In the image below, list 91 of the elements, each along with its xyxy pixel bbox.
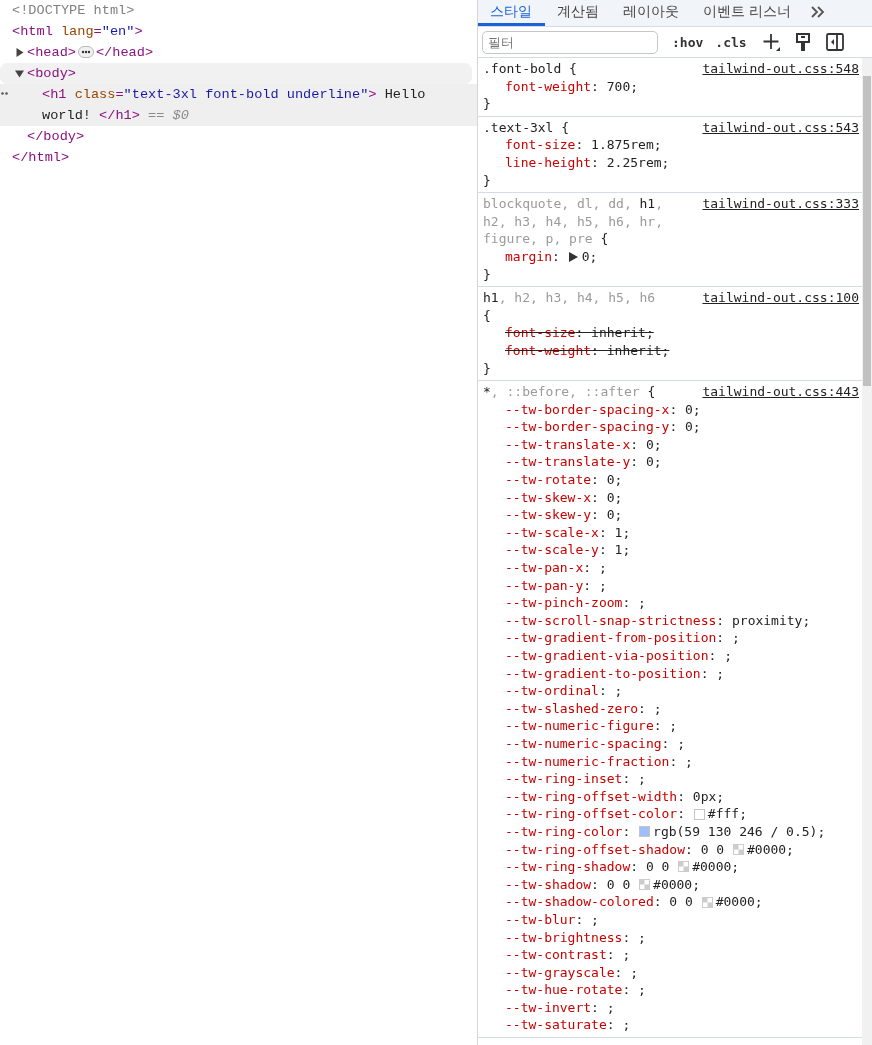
color-swatch[interactable] [733,843,744,855]
source-link[interactable]: tailwind-out.css:548 [702,60,859,78]
panel-tab[interactable]: 레이아웃 [611,0,691,26]
css-declaration: --tw-border-spacing-y: 0; [505,418,701,436]
color-swatch[interactable] [678,861,690,873]
panel-tab[interactable]: 이벤트 리스너 [691,0,804,26]
css-declaration: --tw-ring-inset: ; [505,770,646,788]
more-icon[interactable] [1,92,8,95]
dom-node-text[interactable]: <body> [27,63,76,84]
css-declaration: --tw-ring-offset-shadow: 0 0 [505,840,726,859]
css-declaration: --tw-brightness: ; [505,928,646,947]
css-declaration: --tw-pinch-zoom: ; [505,594,646,612]
color-swatch[interactable] [639,826,651,838]
css-declaration: margin: [505,247,561,266]
color-swatch[interactable] [639,879,651,890]
brace: } [483,359,492,378]
css-declaration: --tw-numeric-fraction: ; [505,752,693,771]
source-link[interactable]: tailwind-out.css:543 [702,118,859,137]
source-link[interactable]: tailwind-out.css:333 [702,195,859,213]
css-declaration: --tw-blur: ; [505,910,599,929]
css-value: #0000; [653,875,701,894]
css-declaration: --tw-gradient-to-position: ; [505,664,725,683]
source-link[interactable]: tailwind-out.css:100 [702,289,859,307]
panel-tab[interactable]: 스타일 [478,0,545,26]
css-declaration: --tw-scale-y: 1; [505,541,631,560]
css-value: #0000; [715,893,763,911]
css-declaration: --tw-skew-x: 0; [505,488,623,507]
css-declaration: --tw-shadow-colored: 0 0 [505,893,694,911]
css-declaration: --tw-gradient-from-position: ; [505,629,740,647]
css-declaration: --tw-numeric-spacing: ; [505,734,686,753]
css-selector: *, ::before, ::after { [483,383,656,401]
dom-node-text[interactable]: <!DOCTYPE html> [12,0,135,21]
css-selector: .text-3xl { [483,118,570,137]
css-declaration: font-weight: inherit; [505,341,670,360]
css-value: #0000; [692,858,740,876]
scrollbar[interactable] [862,58,872,1045]
brace: } [483,265,492,284]
css-declaration: --tw-scale-x: 1; [505,523,631,542]
css-declaration: --tw-ring-shadow: 0 0 [505,858,671,876]
css-declaration: --tw-ordinal: ; [505,682,623,700]
css-value: rgb(59 130 246 / 0.5); [653,822,826,841]
css-declaration: --tw-scroll-snap-strictness: proximity; [505,611,811,630]
css-declaration: font-size: inherit; [505,324,654,342]
toolbar-button[interactable]: .cls [711,32,751,52]
css-declaration: --tw-translate-x: 0; [505,435,662,454]
css-declaration: --tw-rotate: 0; [505,471,623,489]
css-declaration: --tw-invert: ; [505,998,615,1017]
css-declaration: --tw-border-spacing-x: 0; [505,400,701,419]
css-selector: blockquote, dl, dd, h1, h2, h3, h4, h5, h6, hr, figure, p, pre { [483,195,665,248]
css-declaration: --tw-grayscale: ; [505,963,639,982]
brace: } [483,95,492,113]
css-selector: h1, h2, h3, h4, h5, h6 { [483,289,656,325]
css-declaration: line-height: 2.25rem; [505,153,670,172]
more-tabs-icon[interactable] [810,5,827,18]
color-swatch[interactable] [693,808,705,820]
css-declaration: --tw-ring-offset-width: 0px; [505,787,725,806]
css-declaration: --tw-shadow: 0 0 [505,875,632,894]
collapse-triangle-icon[interactable] [15,69,24,78]
dom-node-text[interactable]: </html> [12,147,70,168]
dom-node-text[interactable]: <html lang="en"> [12,21,143,42]
dom-node-text[interactable]: <head> [27,42,76,63]
css-declaration: --tw-contrast: ; [505,946,631,964]
css-value: #fff; [707,805,747,823]
css-declaration: --tw-pan-y: ; [505,576,607,595]
css-declaration: --tw-gradient-via-position: ; [505,647,732,665]
css-declaration: --tw-translate-y: 0; [505,453,662,472]
css-declaration: --tw-ring-offset-color: [505,805,686,823]
expand-triangle-icon[interactable] [568,251,578,262]
color-swatch[interactable] [701,896,713,908]
css-declaration: --tw-ring-color: [505,822,632,841]
css-declaration: --tw-slashed-zero: ; [505,699,662,718]
toolbar-button[interactable]: :hov [668,32,708,52]
css-declaration: --tw-skew-y: 0; [505,506,623,524]
css-value: 0; [581,247,598,266]
panel-tab[interactable]: 계산됨 [545,0,611,26]
dom-node-text[interactable]: </body> [27,126,85,147]
css-declaration: --tw-saturate: ; [505,1016,631,1035]
source-link[interactable]: tailwind-out.css:443 [702,383,859,401]
brace: } [483,171,492,190]
css-declaration: --tw-numeric-figure: ; [505,717,678,735]
css-selector: .font-bold { [483,60,577,78]
dom-node-text[interactable]: </head> [95,42,154,63]
css-declaration: --tw-pan-x: ; [505,559,607,577]
sidebar-toggle-icon[interactable] [824,32,845,52]
css-declaration: font-size: 1.875rem; [505,136,662,154]
ellipsis-icon[interactable] [77,46,94,58]
filter-field[interactable]: 필터 [482,30,658,54]
css-value: #0000; [747,840,794,859]
css-declaration: font-weight: 700; [505,77,639,96]
css-declaration: --tw-hue-rotate: ; [505,981,646,999]
expand-triangle-icon[interactable] [15,48,24,57]
